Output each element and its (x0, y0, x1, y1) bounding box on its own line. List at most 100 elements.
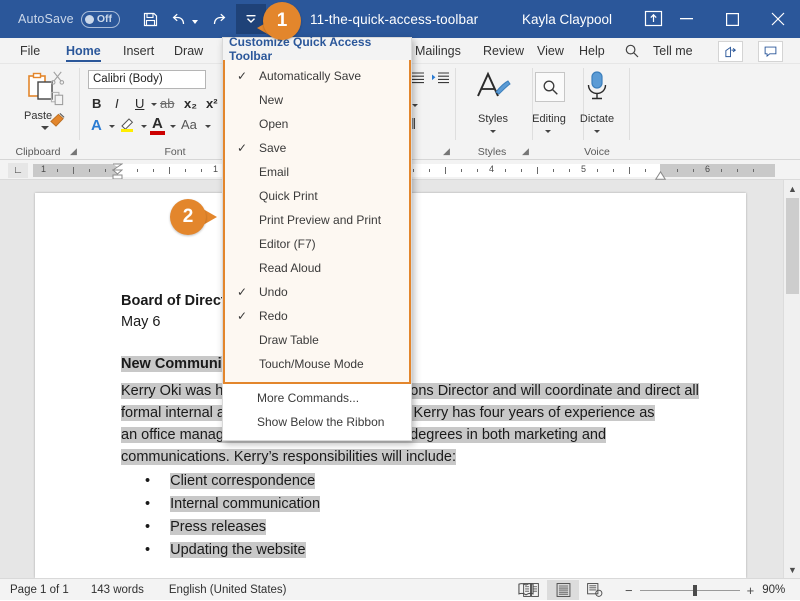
paste-dropdown-caret[interactable] (41, 126, 49, 130)
scroll-down-arrow[interactable]: ▼ (784, 561, 800, 578)
underline-dropdown-caret[interactable] (151, 103, 157, 106)
page-indicator[interactable]: Page 1 of 1 (10, 584, 69, 596)
menu-item-show-below-the-ribbon[interactable]: Show Below the Ribbon (223, 410, 411, 434)
copy-button[interactable] (50, 91, 72, 111)
cut-button[interactable] (50, 70, 72, 90)
read-mode-button[interactable] (515, 580, 547, 600)
paragraph-caret[interactable] (412, 104, 418, 107)
qat-save-button[interactable] (134, 4, 168, 34)
qat-undo-button[interactable] (168, 4, 202, 34)
tab-home[interactable]: Home (60, 38, 107, 64)
menu-item-touch-mouse-mode[interactable]: Touch/Mouse Mode (225, 352, 409, 376)
menu-item-email[interactable]: Email (225, 160, 409, 184)
text-effects-caret[interactable] (109, 125, 115, 128)
menu-item-open[interactable]: Open (225, 112, 409, 136)
menu-item-more-commands[interactable]: More Commands... (223, 386, 411, 410)
qat-menu-header: Customize Quick Access Toolbar (223, 35, 411, 63)
menu-item-label: Editor (F7) (259, 237, 316, 251)
text-effects-button[interactable]: A (91, 117, 102, 134)
underline-button[interactable]: U (135, 96, 144, 111)
paragraph-align-button[interactable] (410, 72, 428, 88)
dictate-button[interactable] (570, 70, 624, 114)
change-case-caret[interactable] (205, 125, 211, 128)
tab-stop-selector[interactable]: ∟ (8, 163, 28, 178)
language-status[interactable]: English (United States) (169, 584, 287, 596)
menu-item-label: New (259, 93, 284, 107)
menu-item-quick-print[interactable]: Quick Print (225, 184, 409, 208)
tab-file[interactable]: File (14, 38, 46, 64)
autosave-knob (84, 14, 94, 24)
tab-help[interactable]: Help (573, 38, 611, 64)
font-name-input[interactable]: Calibri (Body) (88, 70, 206, 89)
font-color-caret[interactable] (170, 125, 176, 128)
undo-dropdown-caret[interactable] (192, 19, 199, 24)
tab-view[interactable]: View (531, 38, 570, 64)
zoom-level[interactable]: 90% (762, 584, 785, 596)
menu-item-redo[interactable]: ✓ Redo (225, 304, 409, 328)
editing-caret[interactable] (545, 130, 551, 133)
clipboard-dialog-launcher[interactable]: ◢ (70, 146, 77, 157)
menu-item-save[interactable]: ✓ Save (225, 136, 409, 160)
share-button[interactable] (718, 41, 743, 62)
search-icon[interactable] (624, 43, 640, 59)
strikethrough-button[interactable]: ab (160, 96, 174, 111)
qat-menu-footer: More Commands... Show Below the Ribbon (223, 384, 411, 440)
zoom-in-button[interactable]: + (747, 583, 755, 598)
zoom-slider-track[interactable] (639, 584, 740, 596)
tellme-label[interactable]: Tell me (647, 38, 699, 64)
ribbon-display-options-button[interactable] (644, 10, 663, 28)
word-count[interactable]: 143 words (91, 584, 144, 596)
menu-item-draw-table[interactable]: Draw Table (225, 328, 409, 352)
menu-item-read-aloud[interactable]: Read Aloud (225, 256, 409, 280)
web-layout-icon (587, 583, 603, 597)
tab-mailings[interactable]: Mailings (409, 38, 467, 64)
zoom-slider-thumb[interactable] (692, 584, 697, 596)
font-color-button[interactable]: A (152, 115, 163, 132)
scroll-up-arrow[interactable]: ▲ (784, 180, 800, 197)
highlight-caret[interactable] (141, 125, 147, 128)
web-layout-button[interactable] (579, 580, 611, 600)
indent-button[interactable] (432, 72, 452, 88)
vertical-scrollbar[interactable]: ▲ ▼ (783, 180, 800, 578)
print-layout-button[interactable] (547, 580, 579, 600)
close-button[interactable] (755, 0, 800, 38)
superscript-button[interactable]: x² (206, 96, 218, 111)
ruler-num-0: 1 (41, 164, 47, 174)
menu-item-editor[interactable]: Editor (F7) (225, 232, 409, 256)
microphone-icon (587, 71, 607, 100)
menu-item-undo[interactable]: ✓ Undo (225, 280, 409, 304)
read-mode-icon (523, 583, 539, 597)
change-case-button[interactable]: Aa (181, 117, 197, 132)
tab-review[interactable]: Review (477, 38, 530, 64)
styles-button[interactable] (466, 70, 520, 114)
autosave-switch[interactable]: Off (80, 10, 120, 28)
checkmark-icon: ✓ (237, 285, 248, 299)
format-painter-button[interactable] (49, 112, 73, 132)
menu-item-print-preview-and-print[interactable]: Print Preview and Print (225, 208, 409, 232)
customize-quick-access-toolbar-menu[interactable]: Customize Quick Access Toolbar ✓ Automati… (222, 35, 412, 441)
italic-button[interactable]: I (115, 96, 119, 111)
bold-button[interactable]: B (92, 96, 101, 111)
tab-insert[interactable]: Insert (117, 38, 160, 64)
minimize-button[interactable] (663, 0, 709, 38)
zoom-control: − + 90% (625, 579, 785, 601)
status-bar: Page 1 of 1 143 words English (United St… (0, 578, 800, 600)
menu-item-automatically-save[interactable]: ✓ Automatically Save (225, 64, 409, 88)
subscript-button[interactable]: x₂ (184, 96, 197, 111)
qat-redo-button[interactable] (202, 4, 236, 34)
styles-caret[interactable] (490, 130, 496, 133)
maximize-button[interactable] (709, 0, 755, 38)
separator-voice (629, 68, 630, 140)
paragraph-dialog-launcher[interactable]: ◢ (443, 146, 450, 157)
scissors-icon (50, 71, 65, 85)
styles-dialog-launcher[interactable]: ◢ (522, 146, 529, 157)
text-highlight-button[interactable] (119, 116, 139, 134)
menu-item-new[interactable]: New (225, 88, 409, 112)
zoom-out-button[interactable]: − (625, 583, 633, 598)
paste-label: Paste (24, 110, 53, 122)
comments-button[interactable] (758, 41, 783, 62)
autosave-toggle[interactable]: AutoSave Off (18, 10, 120, 28)
dictate-caret[interactable] (594, 130, 600, 133)
scroll-thumb[interactable] (786, 198, 799, 294)
tab-draw[interactable]: Draw (168, 38, 209, 64)
